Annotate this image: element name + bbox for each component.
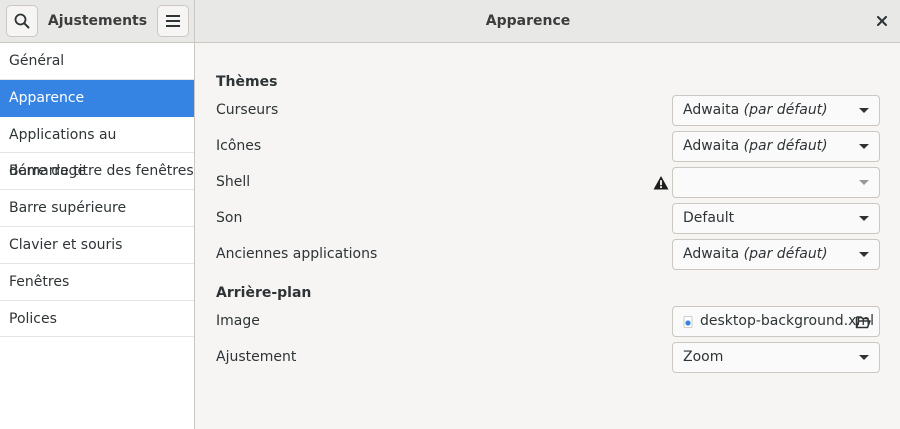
sidebar: Général Apparence Applications au démarr… [0, 43, 195, 429]
sidebar-header: Ajustements [0, 0, 195, 42]
sound-value: Default [683, 210, 735, 226]
image-file-chooser-button[interactable]: desktop-background.xml [672, 306, 880, 337]
main-panel: Thèmes Curseurs Adwaita (par défaut) Icô… [196, 43, 900, 429]
shell-label: Shell [216, 174, 251, 190]
adjustment-combo[interactable]: Zoom [672, 342, 880, 373]
icons-value: Adwaita [683, 138, 740, 154]
dropdown-arrow-icon [859, 144, 869, 149]
dropdown-arrow-icon [859, 355, 869, 360]
adjustment-label: Ajustement [216, 349, 297, 365]
icons-default-suffix: (par défaut) [743, 138, 828, 154]
header-bar: Ajustements Apparence [0, 0, 900, 43]
legacy-apps-label: Anciennes applications [216, 246, 378, 262]
dropdown-arrow-icon [859, 252, 869, 257]
app-title: Ajustements [47, 13, 148, 29]
sidebar-item-startup-applications[interactable]: Applications au démarrage [0, 117, 194, 179]
sidebar-item-general[interactable]: Général [0, 43, 194, 80]
cursors-default-suffix: (par défaut) [743, 102, 828, 118]
dropdown-arrow-icon [859, 216, 869, 221]
folder-open-icon [855, 316, 871, 329]
icons-combo[interactable]: Adwaita (par défaut) [672, 131, 880, 162]
close-button[interactable] [874, 13, 890, 29]
sound-label: Son [216, 210, 243, 226]
menu-button[interactable] [157, 5, 189, 37]
cursors-value: Adwaita [683, 102, 740, 118]
legacy-apps-default-suffix: (par défaut) [743, 246, 828, 262]
image-label: Image [216, 313, 260, 329]
warning-icon [653, 176, 669, 190]
dropdown-arrow-icon [859, 108, 869, 113]
adjustment-value: Zoom [683, 349, 724, 365]
legacy-apps-combo[interactable]: Adwaita (par défaut) [672, 239, 880, 270]
sidebar-item-fonts[interactable]: Polices [0, 301, 194, 338]
image-file-name: desktop-background.xml [700, 313, 874, 329]
background-section-title: Arrière-plan [216, 285, 312, 301]
panel-title: Apparence [485, 13, 571, 29]
sound-combo[interactable]: Default [672, 203, 880, 234]
icons-label: Icônes [216, 138, 262, 154]
legacy-apps-value: Adwaita [683, 246, 740, 262]
themes-section-title: Thèmes [216, 74, 278, 90]
sidebar-item-windows[interactable]: Fenêtres [0, 264, 194, 301]
hamburger-menu-icon [166, 15, 180, 27]
sidebar-item-window-titlebars[interactable]: Barre de titre des fenêtres [0, 153, 194, 191]
file-icon [683, 316, 693, 328]
close-icon [877, 16, 887, 26]
cursors-combo[interactable]: Adwaita (par défaut) [672, 95, 880, 126]
sidebar-item-top-bar[interactable]: Barre supérieure [0, 190, 194, 227]
search-icon [14, 13, 30, 29]
sidebar-item-appearance[interactable]: Apparence [0, 79, 194, 117]
dropdown-arrow-icon [859, 180, 869, 185]
shell-combo[interactable] [672, 167, 880, 198]
cursors-label: Curseurs [216, 102, 279, 118]
search-button[interactable] [6, 5, 38, 37]
sidebar-item-keyboard-mouse[interactable]: Clavier et souris [0, 227, 194, 264]
